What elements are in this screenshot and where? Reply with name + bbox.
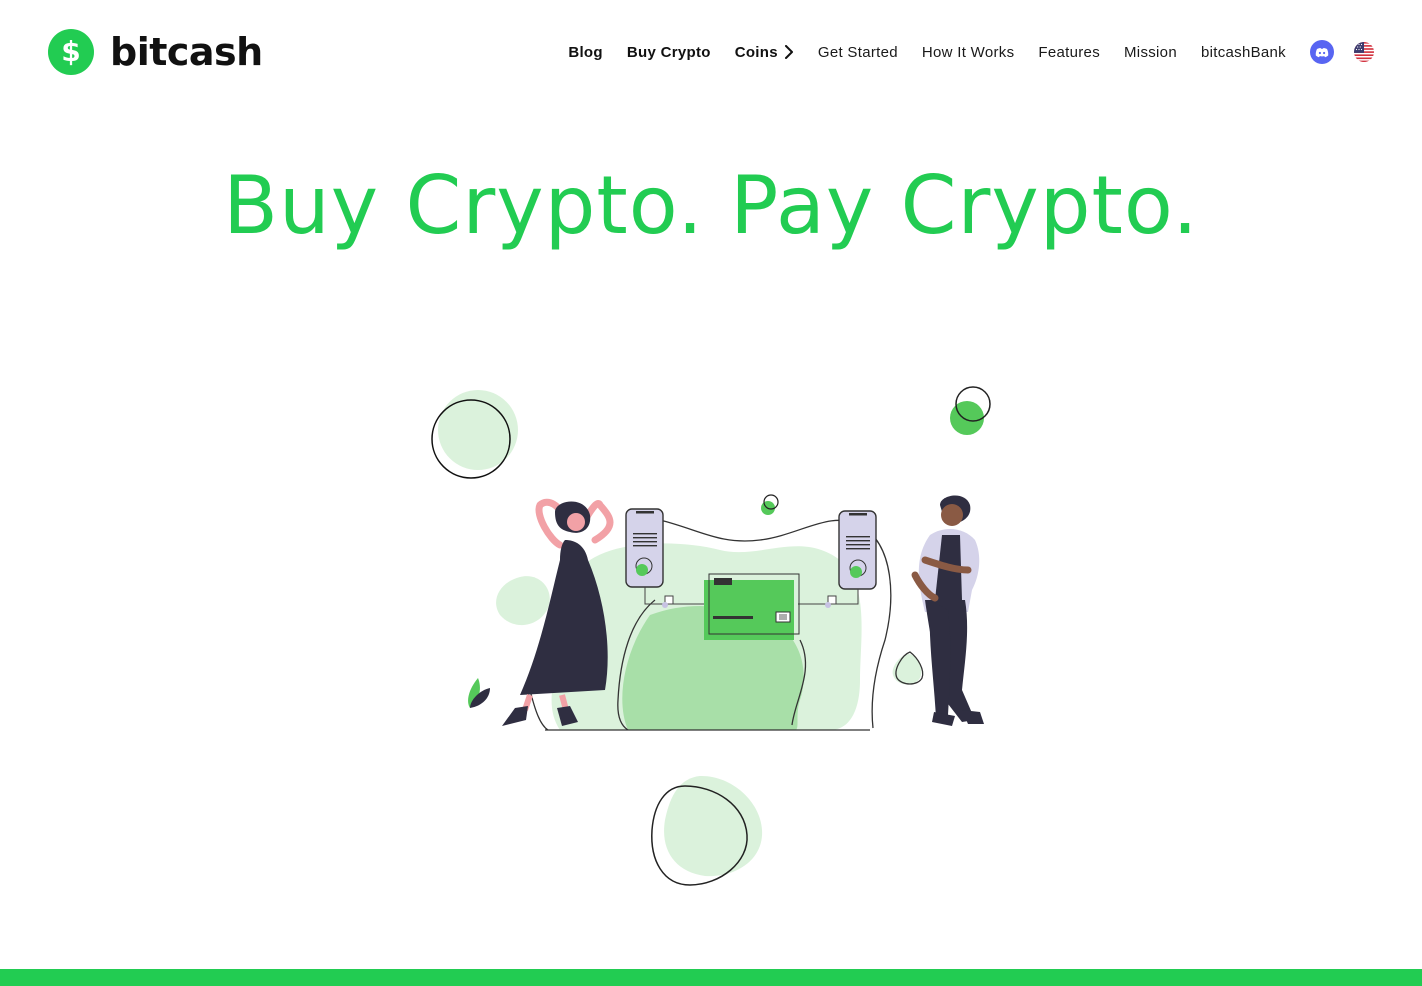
main-nav: Blog Buy Crypto Coins Get Started How It… xyxy=(568,38,1374,66)
nav-mission[interactable]: Mission xyxy=(1124,44,1177,61)
chevron-right-icon xyxy=(784,45,793,59)
nav-features[interactable]: Features xyxy=(1038,44,1100,61)
brand-name: bitcash xyxy=(110,30,263,74)
nav-coins[interactable]: Coins xyxy=(735,44,794,61)
page: $ bitcash Blog Buy Crypto Coins Get Star… xyxy=(0,0,1422,986)
nav-coins-label: Coins xyxy=(734,43,778,61)
us-flag-icon[interactable] xyxy=(1354,42,1374,62)
nav-blog[interactable]: Blog xyxy=(568,44,603,61)
discord-icon[interactable] xyxy=(1310,40,1334,64)
bottom-accent-bar xyxy=(0,969,1422,986)
bitcash-logo[interactable]: $ bitcash xyxy=(48,29,263,75)
nav-get-started[interactable]: Get Started xyxy=(818,44,898,61)
nav-how-it-works[interactable]: How It Works xyxy=(922,44,1015,61)
hero-title: Buy Crypto. Pay Crypto. xyxy=(223,159,1199,252)
crypto-payment-illustration xyxy=(431,386,991,886)
dollar-logo-icon: $ xyxy=(48,29,94,75)
site-header: $ bitcash Blog Buy Crypto Coins Get Star… xyxy=(0,0,1422,104)
nav-buy-crypto[interactable]: Buy Crypto xyxy=(627,44,711,61)
nav-bitcashbank[interactable]: bitcashBank xyxy=(1201,44,1286,61)
